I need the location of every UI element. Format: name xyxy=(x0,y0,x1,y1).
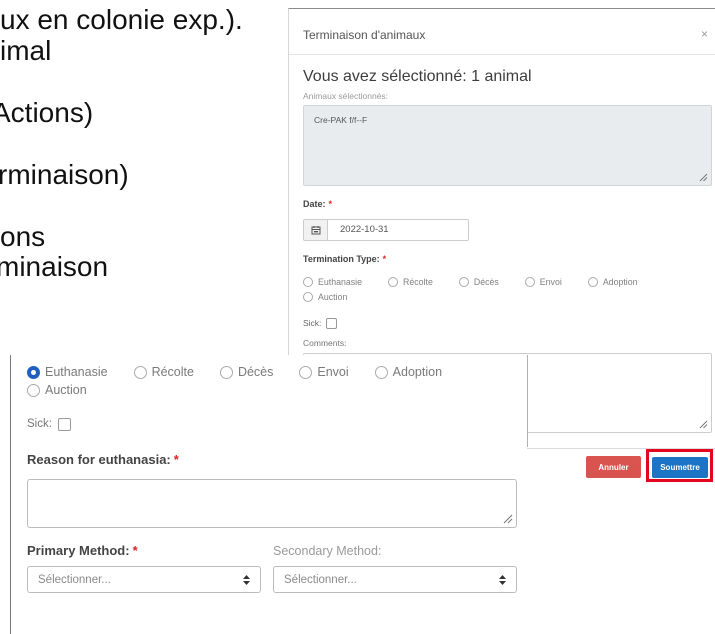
comments-label: Comments: xyxy=(303,338,347,348)
radio-option-euthanasie[interactable]: Euthanasie xyxy=(303,275,362,289)
selected-animals-field[interactable]: Cre-PAK f/f--F xyxy=(303,105,712,186)
radio-label: Adoption xyxy=(392,365,443,379)
required-mark: * xyxy=(382,254,387,264)
resize-handle-icon[interactable] xyxy=(699,420,708,429)
radio-button[interactable] xyxy=(388,277,399,287)
radio-label: Récolte xyxy=(151,365,194,379)
radio-option-auction[interactable]: Auction xyxy=(27,381,87,399)
radio-option-adoption[interactable]: Adoption xyxy=(374,363,443,381)
radio-option-recolte[interactable]: Récolte xyxy=(388,275,433,289)
document-text-line: rminaison) xyxy=(0,159,129,190)
radio-option-deces[interactable]: Décès xyxy=(458,275,499,289)
select-placeholder: Sélectionner... xyxy=(38,573,111,586)
termination-type-radio-group: Euthanasie Récolte Décès Envoi Adoption … xyxy=(27,363,497,399)
document-text-line: ons xyxy=(0,221,46,252)
select-placeholder: Sélectionner... xyxy=(284,573,357,586)
zoomed-panel-edge xyxy=(527,355,528,447)
select-arrows-icon xyxy=(243,574,250,585)
sick-field: Sick: xyxy=(303,317,338,329)
radio-option-deces[interactable]: Décès xyxy=(219,363,274,381)
required-mark: * xyxy=(328,199,333,209)
termination-type-label-text: Termination Type: xyxy=(303,254,380,264)
radio-button[interactable] xyxy=(587,277,598,287)
radio-label: Euthanasie xyxy=(45,365,108,379)
modal-header-divider xyxy=(289,54,715,55)
selected-animal-value: Cre-PAK f/f--F xyxy=(314,115,368,125)
primary-method-label: Primary Method: * xyxy=(27,543,138,559)
date-field[interactable]: 2022-10-31 xyxy=(303,219,469,241)
sick-label: Sick: xyxy=(303,318,322,328)
sick-field: Sick: xyxy=(27,416,71,432)
radio-option-envoi[interactable]: Envoi xyxy=(299,363,349,381)
sick-label: Sick: xyxy=(27,418,52,430)
date-value: 2022-10-31 xyxy=(340,224,389,235)
radio-label: Décès xyxy=(237,365,274,379)
submit-highlight-box xyxy=(646,449,713,482)
radio-option-auction[interactable]: Auction xyxy=(303,290,347,304)
modal-title: Terminaison d'animaux xyxy=(303,28,426,42)
document-text-line: Actions) xyxy=(0,97,94,128)
termination-type-label: Termination Type: * xyxy=(303,253,386,265)
zoomed-form-panel: Euthanasie Récolte Décès Envoi Adoption … xyxy=(10,355,527,634)
radio-button[interactable] xyxy=(27,365,40,379)
date-label: Date: * xyxy=(303,198,332,210)
radio-label: Envoi xyxy=(317,365,349,379)
primary-method-label-text: Primary Method: xyxy=(27,543,130,558)
radio-button[interactable] xyxy=(303,292,313,302)
selection-heading: Vous avez sélectionné: 1 animal xyxy=(303,68,532,85)
radio-option-recolte[interactable]: Récolte xyxy=(133,363,194,381)
radio-button[interactable] xyxy=(133,365,147,379)
secondary-method-label: Secondary Method: xyxy=(273,544,382,558)
date-label-text: Date: xyxy=(303,199,326,209)
document-text-line: minaison xyxy=(0,251,109,282)
resize-handle-icon[interactable] xyxy=(699,173,708,182)
close-icon[interactable]: × xyxy=(701,27,708,41)
selected-animals-label: Animaux sélectionnés: xyxy=(303,91,389,101)
reason-label-text: Reason for euthanasia: xyxy=(27,452,171,467)
radio-label: Adoption xyxy=(602,277,638,287)
radio-label: Envoi xyxy=(539,277,562,287)
radio-label: Euthanasie xyxy=(318,277,363,287)
document-text-line: imal xyxy=(0,35,52,66)
termination-type-radio-group: Euthanasie Récolte Décès Envoi Adoption … xyxy=(303,275,703,304)
radio-label: Auction xyxy=(318,292,348,302)
radio-button[interactable] xyxy=(458,277,469,287)
radio-option-euthanasie[interactable]: Euthanasie xyxy=(27,363,108,381)
radio-button[interactable] xyxy=(299,365,313,379)
sick-checkbox[interactable] xyxy=(57,417,71,431)
radio-label: Auction xyxy=(45,383,87,397)
select-arrows-icon xyxy=(499,574,506,585)
reason-textarea[interactable] xyxy=(27,479,517,528)
required-mark: * xyxy=(132,543,138,558)
radio-button[interactable] xyxy=(374,365,388,379)
radio-label: Récolte xyxy=(403,277,433,287)
radio-button[interactable] xyxy=(303,277,313,287)
required-mark: * xyxy=(173,452,179,467)
radio-label: Décès xyxy=(473,277,499,287)
sick-checkbox[interactable] xyxy=(326,317,338,329)
resize-handle-icon[interactable] xyxy=(503,514,513,524)
radio-option-envoi[interactable]: Envoi xyxy=(524,275,562,289)
radio-button[interactable] xyxy=(219,365,233,379)
cancel-button[interactable]: Annuler xyxy=(586,456,641,478)
reason-label: Reason for euthanasia: * xyxy=(27,452,179,468)
primary-method-select[interactable]: Sélectionner... xyxy=(27,566,261,593)
secondary-method-select[interactable]: Sélectionner... xyxy=(273,566,517,593)
radio-option-adoption[interactable]: Adoption xyxy=(587,275,638,289)
radio-button[interactable] xyxy=(524,277,535,287)
document-text-line: ux en colonie exp.). xyxy=(0,4,243,35)
calendar-icon[interactable] xyxy=(304,220,328,240)
radio-button[interactable] xyxy=(27,383,40,397)
